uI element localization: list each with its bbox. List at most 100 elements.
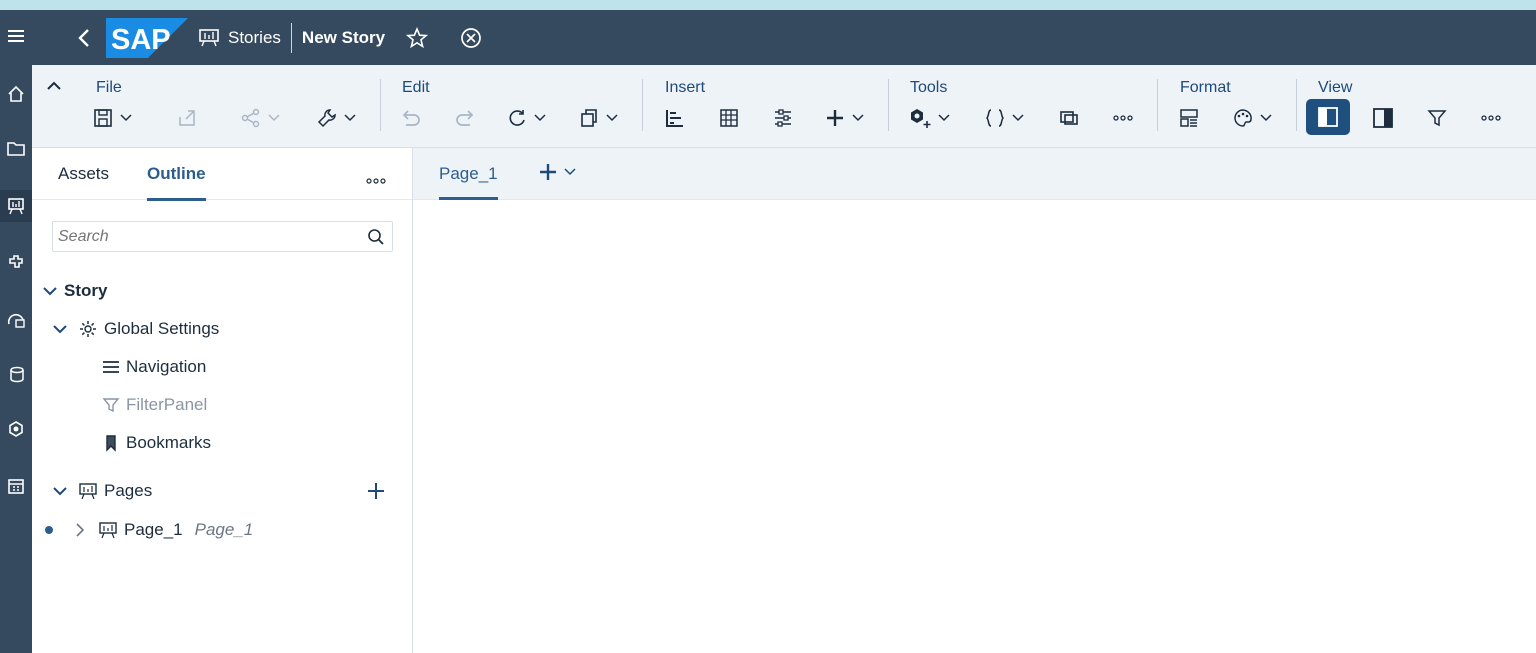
folder-icon[interactable] [0, 132, 32, 164]
home-icon[interactable] [0, 78, 32, 110]
tree-label-bookmarks: Bookmarks [126, 433, 212, 452]
export-button[interactable] [176, 105, 198, 131]
shell-bar: SAP Stories New Story [32, 10, 1536, 65]
insert-table-button[interactable] [718, 105, 740, 131]
palette-icon [1234, 109, 1252, 127]
export-icon [179, 110, 195, 126]
calendar-icon[interactable] [0, 470, 32, 502]
insert-chart-button[interactable] [664, 105, 686, 131]
story-toolbar: File Edit Insert Tools Format View [32, 65, 1536, 148]
data-icon[interactable] [0, 358, 32, 390]
toolbar-separator [888, 79, 889, 131]
chevron-down-icon [344, 114, 356, 122]
tree-node-story[interactable]: Story [42, 278, 107, 304]
tree-node-navigation[interactable]: Navigation [102, 354, 206, 380]
toolbar-group-format: Format [1168, 65, 1298, 148]
close-circle-icon[interactable] [459, 26, 483, 50]
breadcrumb-stories[interactable]: Stories [228, 28, 281, 48]
tree-node-filter-panel[interactable]: FilterPanel [102, 392, 207, 418]
input-control-icon [775, 109, 791, 127]
gear-icon [80, 321, 96, 337]
plus-icon [540, 164, 556, 180]
search-input[interactable] [53, 227, 353, 246]
refresh-button[interactable] [506, 105, 546, 131]
toolbar-group-view: View [1304, 65, 1536, 148]
chevron-down-icon [120, 114, 132, 122]
braces-icon [985, 109, 1005, 127]
sap-logo: SAP [106, 17, 188, 58]
view-more-button[interactable] [1480, 105, 1502, 131]
svg-text:SAP: SAP [111, 24, 171, 56]
tree-node-pages[interactable]: Pages [52, 478, 152, 504]
panel-more-icon[interactable] [366, 172, 386, 190]
page-icon [79, 483, 97, 500]
collapse-toolbar-icon[interactable] [46, 79, 62, 95]
scripting-button[interactable] [984, 105, 1024, 131]
filter-button[interactable] [1426, 105, 1448, 131]
toolbar-separator [642, 79, 643, 131]
breadcrumb-separator [290, 22, 292, 53]
wrench-icon [317, 109, 336, 128]
insert-add-button[interactable] [824, 105, 864, 131]
save-button[interactable] [92, 105, 132, 131]
toolbar-group-insert: Insert [654, 65, 894, 148]
copy-button[interactable] [578, 105, 618, 131]
tree-node-global-settings[interactable]: Global Settings [52, 316, 219, 342]
menu-icon[interactable] [0, 20, 32, 52]
add-page-button[interactable] [538, 162, 576, 182]
right-side-panel-toggle[interactable] [1372, 105, 1394, 131]
chevron-down-icon [53, 487, 67, 496]
stories-icon [198, 27, 220, 49]
layout-icon [1180, 109, 1198, 127]
refresh-icon [509, 110, 525, 126]
tab-page-1[interactable]: Page_1 [439, 164, 498, 200]
group-label-file: File [96, 79, 122, 96]
layout-button[interactable] [1178, 105, 1200, 131]
tab-assets[interactable]: Assets [58, 164, 109, 184]
redo-button[interactable] [454, 105, 476, 131]
tree-secondary-label-page-1: Page_1 [194, 520, 254, 539]
tree-label-story: Story [64, 281, 108, 300]
smart-insights-icon [911, 109, 931, 128]
analytics-icon[interactable] [0, 303, 32, 335]
star-icon[interactable] [405, 26, 429, 50]
toolbar-group-file: File [80, 65, 380, 148]
left-panel-icon [1318, 107, 1338, 127]
add-page-icon[interactable] [366, 481, 386, 506]
tree-node-page-1[interactable]: Page_1 Page_1 [44, 517, 253, 543]
chevron-down-icon [606, 114, 618, 122]
tab-outline[interactable]: Outline [147, 164, 206, 201]
plugin-icon[interactable] [0, 246, 32, 278]
tree-label-navigation: Navigation [126, 357, 207, 376]
table-icon [720, 109, 738, 127]
theme-button[interactable] [1232, 105, 1272, 131]
back-icon[interactable] [64, 23, 104, 53]
left-nav-rail [0, 10, 32, 653]
group-label-format: Format [1180, 79, 1231, 96]
smart-insights-button[interactable] [908, 105, 950, 131]
page-tab-bar: Page_1 [413, 148, 1536, 200]
left-side-panel-toggle[interactable] [1306, 99, 1350, 135]
bookmark-icon [106, 435, 116, 452]
copy-icon [581, 109, 597, 127]
toolbar-separator [1296, 79, 1297, 131]
layers-button[interactable] [1058, 105, 1080, 131]
share-button[interactable] [240, 105, 280, 131]
modeler-icon[interactable] [0, 413, 32, 445]
undo-icon [402, 110, 420, 126]
chart-icon [666, 110, 683, 127]
wrench-button[interactable] [316, 105, 356, 131]
filter-icon [1427, 110, 1447, 127]
share-icon [241, 108, 260, 128]
search-icon[interactable] [367, 228, 385, 251]
tree-node-bookmarks[interactable]: Bookmarks [102, 430, 211, 456]
chevron-down-icon [268, 114, 280, 122]
insert-input-control-button[interactable] [772, 105, 794, 131]
stories-icon[interactable] [0, 190, 32, 222]
chevron-right-icon [76, 523, 85, 537]
panel-tabs: Assets Outline [32, 148, 412, 201]
undo-button[interactable] [400, 105, 422, 131]
story-canvas[interactable] [413, 201, 1536, 653]
tools-more-button[interactable] [1112, 105, 1134, 131]
tree-label-pages: Pages [104, 481, 153, 500]
